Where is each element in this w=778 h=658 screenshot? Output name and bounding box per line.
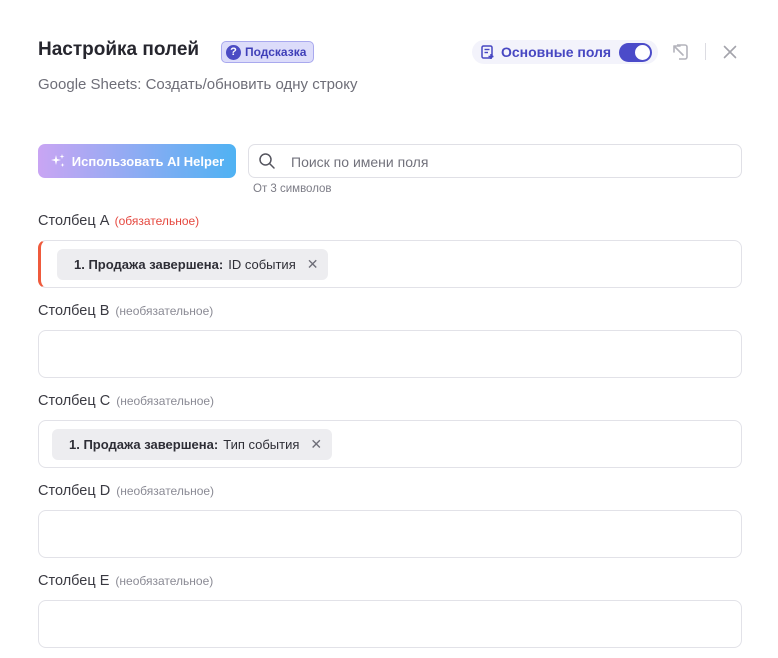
page-title: Настройка полей	[38, 39, 200, 60]
close-button[interactable]	[720, 42, 740, 62]
ai-helper-button[interactable]: Использовать AI Helper	[38, 144, 236, 178]
toggle-knob	[635, 44, 651, 60]
field-name: Столбец E	[38, 573, 110, 589]
field-name: Столбец D	[38, 483, 111, 499]
field-input-column-a[interactable]: 1. Продажа завершена: ID события ✕	[38, 240, 742, 288]
list-icon	[481, 45, 494, 59]
mapped-value-chip[interactable]: 1. Продажа завершена: Тип события ✕	[52, 429, 333, 460]
field-input-column-e[interactable]	[38, 600, 742, 648]
field-qualifier: (обязательное)	[114, 214, 200, 228]
field-label-column-e: Столбец E (необязательное)	[38, 573, 213, 589]
field-name: Столбец A	[38, 213, 109, 229]
close-icon	[723, 45, 737, 59]
chip-source: 1. Продажа завершена:	[69, 437, 219, 452]
field-qualifier: (необязательное)	[116, 484, 215, 498]
search-input[interactable]	[289, 151, 733, 173]
search-field	[248, 144, 742, 178]
field-qualifier: (необязательное)	[115, 304, 214, 318]
field-label-column-d: Столбец D (необязательное)	[38, 483, 214, 499]
chip-value: ID события	[228, 257, 296, 272]
header-divider	[705, 43, 706, 60]
field-name: Столбец B	[38, 303, 110, 319]
sparkle-icon	[50, 154, 65, 167]
field-label-column-b: Столбец B (необязательное)	[38, 303, 213, 319]
field-input-column-d[interactable]	[38, 510, 742, 558]
field-qualifier: (необязательное)	[115, 574, 214, 588]
field-input-column-b[interactable]	[38, 330, 742, 378]
field-qualifier: (необязательное)	[116, 394, 215, 408]
page-subtitle: Google Sheets: Создать/обновить одну стр…	[38, 76, 358, 93]
main-fields-toggle[interactable]	[619, 42, 653, 62]
question-icon: ?	[226, 44, 241, 60]
hint-label: Подсказка	[245, 45, 307, 59]
main-fields-label: Основные поля	[501, 44, 612, 60]
remove-icon[interactable]: ✕	[307, 256, 319, 273]
field-name: Столбец C	[38, 393, 111, 409]
ai-helper-label: Использовать AI Helper	[71, 153, 225, 169]
mapped-value-chip[interactable]: 1. Продажа завершена: ID события ✕	[57, 249, 329, 280]
remove-icon[interactable]: ✕	[310, 436, 322, 453]
search-icon	[259, 153, 275, 169]
chip-value: Тип события	[223, 437, 300, 452]
field-input-column-c[interactable]: 1. Продажа завершена: Тип события ✕	[38, 420, 742, 468]
collapse-button[interactable]	[670, 42, 690, 62]
collapse-icon	[673, 44, 688, 60]
field-label-column-c: Столбец C (необязательное)	[38, 393, 214, 409]
field-label-column-a: Столбец A (обязательное)	[38, 213, 199, 229]
search-hint: От 3 символов	[253, 183, 332, 195]
chip-source: 1. Продажа завершена:	[74, 257, 224, 272]
hint-button[interactable]: ? Подсказка	[221, 41, 315, 63]
main-fields-control: Основные поля	[472, 40, 659, 64]
